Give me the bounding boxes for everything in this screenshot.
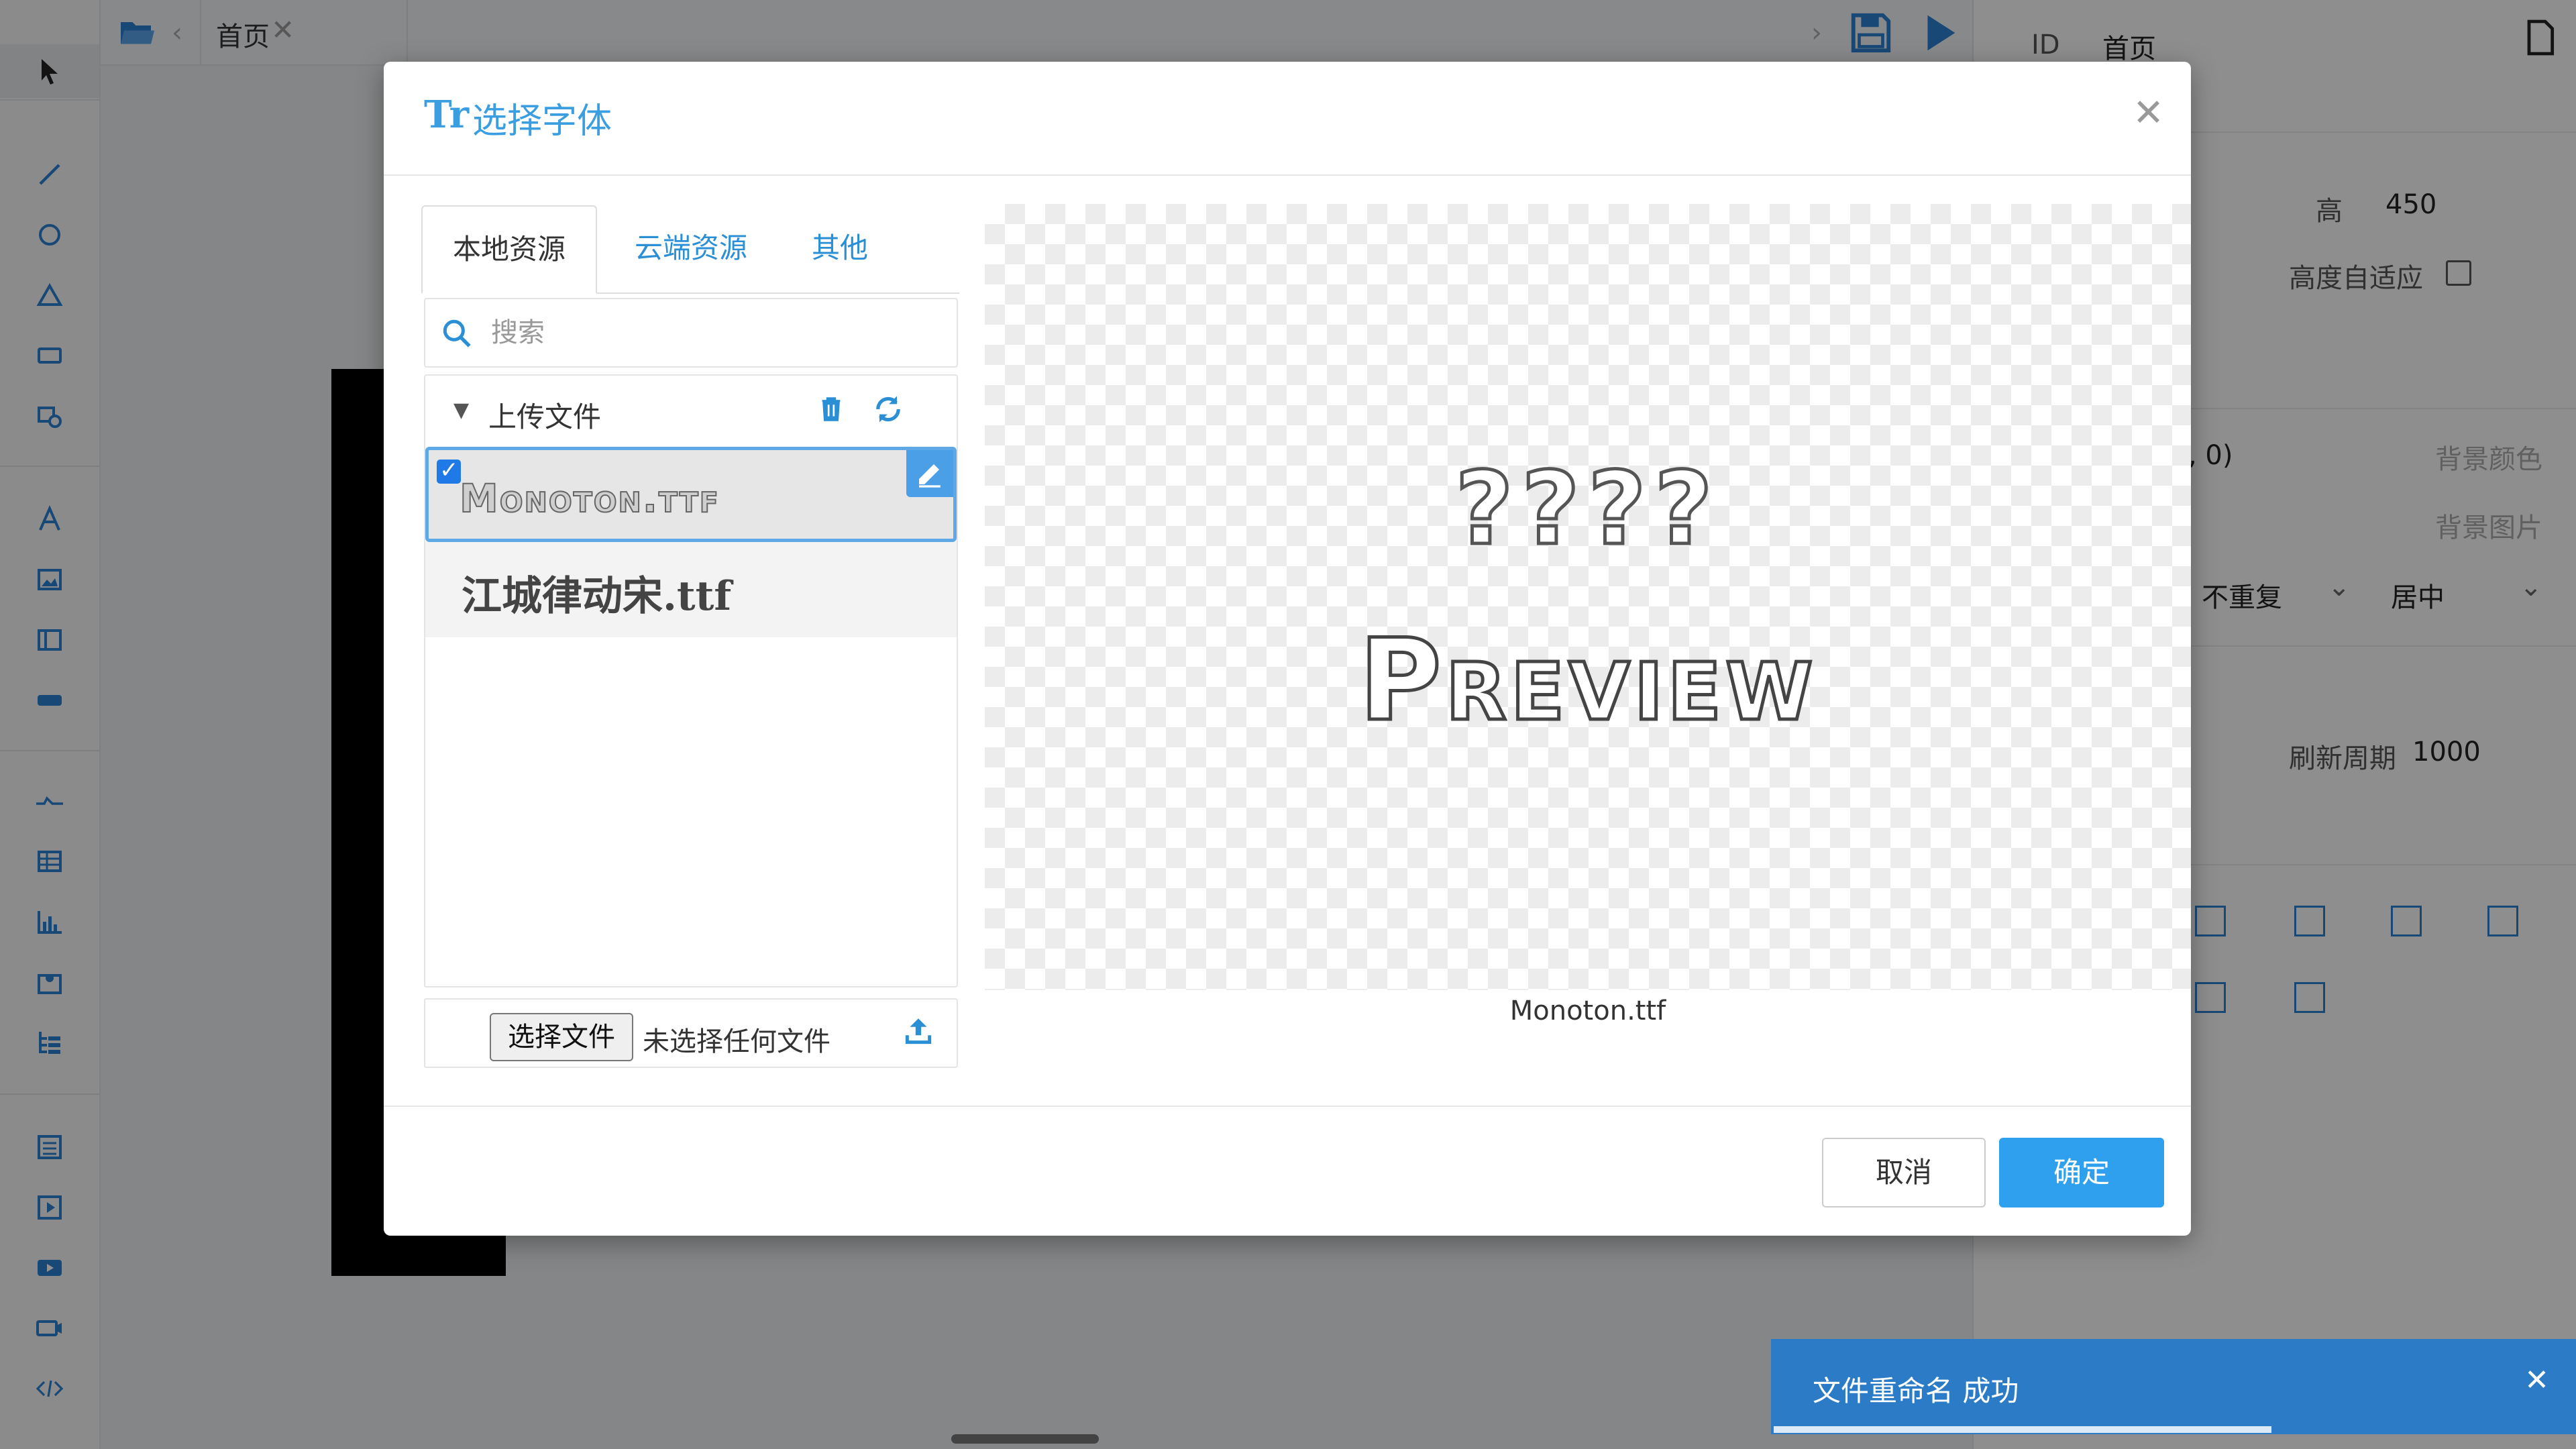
font-item-name: Monoton.ttf — [459, 475, 720, 522]
upload-group-header[interactable]: ▼ 上传文件 — [425, 376, 957, 448]
font-select-dialog: Tr 选择字体 ✕ 本地资源 云端资源 其他 ▼ 上传文件 ✓ Monoton.… — [384, 62, 2191, 1236]
tab-other[interactable]: 其他 — [782, 205, 898, 291]
font-item-monoton[interactable]: ✓ Monoton.ttf — [425, 447, 957, 542]
choose-file-button[interactable]: 选择文件 — [490, 1013, 633, 1061]
confirm-button[interactable]: 确定 — [1999, 1138, 2164, 1208]
dialog-title: 选择字体 — [472, 101, 612, 142]
toast-progress-bar — [1774, 1426, 2271, 1433]
toast-message: 文件重命名 成功 — [1813, 1375, 2019, 1407]
refresh-icon[interactable] — [871, 392, 906, 427]
font-item-jiangcheng[interactable]: 江城律动宋.ttf — [425, 542, 957, 637]
search-input[interactable] — [490, 313, 935, 353]
trash-icon[interactable] — [816, 393, 847, 424]
edit-name-button[interactable] — [906, 450, 953, 497]
upload-icon[interactable] — [902, 1014, 935, 1048]
preview-word: Preview — [1357, 613, 1817, 748]
font-file-list: ▼ 上传文件 ✓ Monoton.ttf 江城律动宋.ttf — [424, 374, 958, 987]
toast-close-icon[interactable]: ✕ — [2524, 1363, 2549, 1397]
tab-local-resources[interactable]: 本地资源 — [421, 205, 597, 294]
group-label: 上传文件 — [488, 400, 602, 433]
font-item-checkbox[interactable]: ✓ — [437, 457, 461, 484]
font-item-name: 江城律动宋.ttf — [462, 573, 732, 620]
caret-down-icon[interactable]: ▼ — [453, 398, 469, 422]
success-toast: 文件重命名 成功 ✕ — [1771, 1339, 2576, 1434]
preview-caption: Monoton.ttf — [1509, 996, 1666, 1026]
dialog-close-icon[interactable]: ✕ — [2133, 91, 2164, 135]
edit-icon — [919, 464, 941, 488]
no-file-text: 未选择任何文件 — [643, 1026, 830, 1057]
search-icon — [443, 319, 471, 347]
search-box — [424, 298, 958, 368]
tab-cloud-resources[interactable]: 云端资源 — [606, 205, 775, 291]
font-preview-area: ???? Preview — [985, 204, 2191, 990]
cancel-button[interactable]: 取消 — [1822, 1138, 1986, 1208]
preview-glyphs: ???? — [1453, 449, 1721, 570]
check-icon: ✓ — [439, 457, 459, 484]
upload-bar: 选择文件 未选择任何文件 — [424, 998, 958, 1068]
font-icon: Tr — [424, 93, 470, 137]
dialog-footer-divider — [384, 1106, 2191, 1107]
resource-tabs: 本地资源 云端资源 其他 — [421, 205, 959, 294]
dialog-header: Tr 选择字体 ✕ — [384, 62, 2191, 176]
